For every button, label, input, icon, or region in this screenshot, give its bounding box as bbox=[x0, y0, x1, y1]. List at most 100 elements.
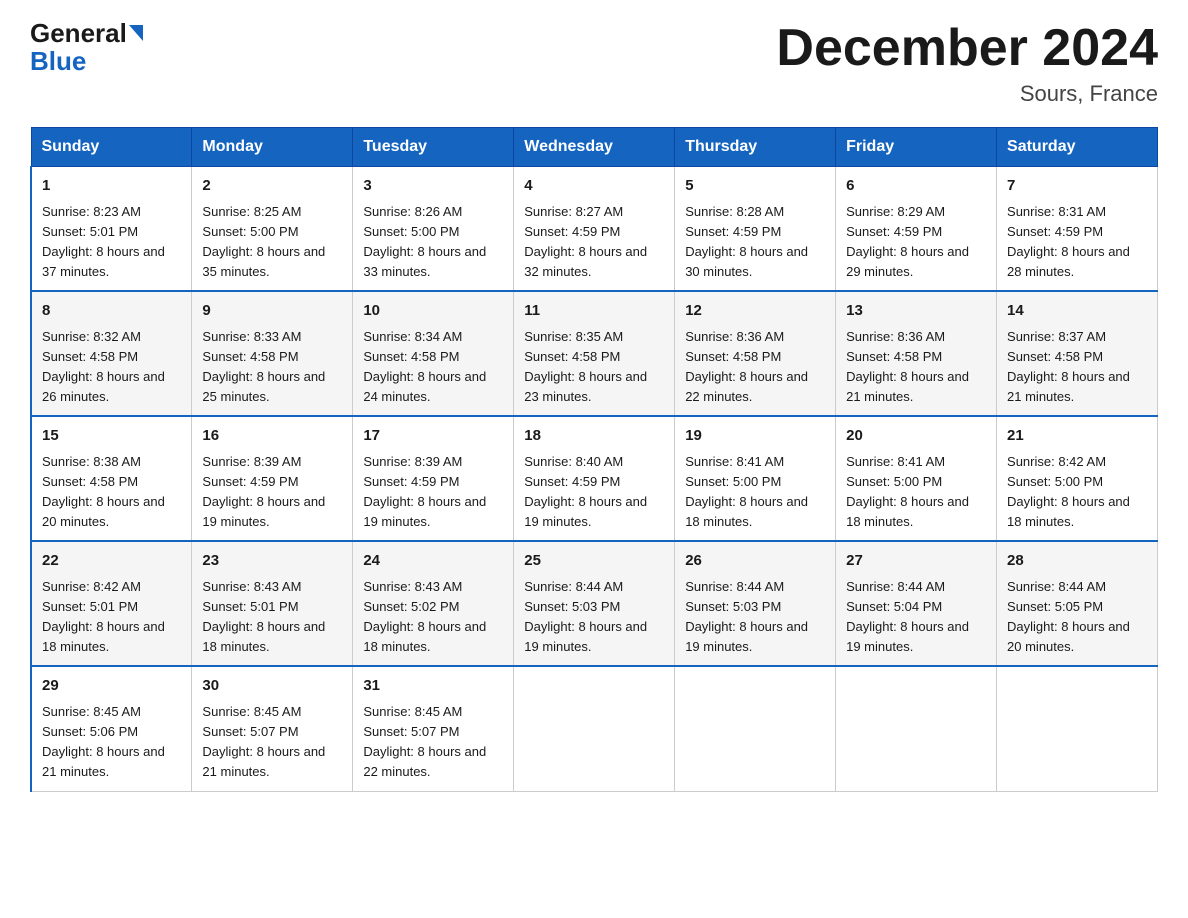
table-row: 17 Sunrise: 8:39 AMSunset: 4:59 PMDayligh… bbox=[353, 416, 514, 541]
table-row: 11 Sunrise: 8:35 AMSunset: 4:58 PMDayligh… bbox=[514, 291, 675, 416]
day-number: 31 bbox=[363, 675, 503, 698]
day-number: 19 bbox=[685, 425, 825, 448]
calendar-week-row: 8 Sunrise: 8:32 AMSunset: 4:58 PMDaylight… bbox=[31, 291, 1158, 416]
table-row: 8 Sunrise: 8:32 AMSunset: 4:58 PMDaylight… bbox=[31, 291, 192, 416]
col-monday: Monday bbox=[192, 128, 353, 167]
day-info: Sunrise: 8:32 AMSunset: 4:58 PMDaylight:… bbox=[42, 329, 165, 404]
day-number: 5 bbox=[685, 175, 825, 198]
day-number: 4 bbox=[524, 175, 664, 198]
table-row: 14 Sunrise: 8:37 AMSunset: 4:58 PMDayligh… bbox=[997, 291, 1158, 416]
logo: General Blue bbox=[30, 20, 143, 77]
day-info: Sunrise: 8:35 AMSunset: 4:58 PMDaylight:… bbox=[524, 329, 647, 404]
table-row: 29Sunrise: 8:45 AMSunset: 5:06 PMDayligh… bbox=[31, 666, 192, 791]
day-number: 11 bbox=[524, 300, 664, 323]
page-header: General Blue December 2024 Sours, France bbox=[30, 20, 1158, 107]
day-info: Sunrise: 8:31 AMSunset: 4:59 PMDaylight:… bbox=[1007, 204, 1130, 279]
day-info: Sunrise: 8:34 AMSunset: 4:58 PMDaylight:… bbox=[363, 329, 486, 404]
col-sunday: Sunday bbox=[31, 128, 192, 167]
col-saturday: Saturday bbox=[997, 128, 1158, 167]
calendar-week-row: 29Sunrise: 8:45 AMSunset: 5:06 PMDayligh… bbox=[31, 666, 1158, 791]
day-number: 23 bbox=[202, 550, 342, 573]
day-info: Sunrise: 8:42 AMSunset: 5:01 PMDaylight:… bbox=[42, 579, 165, 654]
table-row bbox=[997, 666, 1158, 791]
table-row: 3Sunrise: 8:26 AMSunset: 5:00 PMDaylight… bbox=[353, 167, 514, 292]
day-info: Sunrise: 8:44 AMSunset: 5:03 PMDaylight:… bbox=[524, 579, 647, 654]
table-row: 12Sunrise: 8:36 AMSunset: 4:58 PMDayligh… bbox=[675, 291, 836, 416]
day-info: Sunrise: 8:29 AMSunset: 4:59 PMDaylight:… bbox=[846, 204, 969, 279]
day-number: 6 bbox=[846, 175, 986, 198]
day-number: 10 bbox=[363, 300, 503, 323]
logo-arrow-icon bbox=[129, 25, 143, 41]
col-thursday: Thursday bbox=[675, 128, 836, 167]
table-row: 5 Sunrise: 8:28 AMSunset: 4:59 PMDaylight… bbox=[675, 167, 836, 292]
table-row bbox=[836, 666, 997, 791]
day-number: 3 bbox=[363, 175, 503, 198]
logo-text-blue: Blue bbox=[30, 46, 86, 77]
table-row: 1 Sunrise: 8:23 AMSunset: 5:01 PMDaylight… bbox=[31, 167, 192, 292]
day-info: Sunrise: 8:44 AMSunset: 5:04 PMDaylight:… bbox=[846, 579, 969, 654]
table-row: 27 Sunrise: 8:44 AMSunset: 5:04 PMDayligh… bbox=[836, 541, 997, 666]
day-number: 21 bbox=[1007, 425, 1147, 448]
table-row: 6 Sunrise: 8:29 AMSunset: 4:59 PMDaylight… bbox=[836, 167, 997, 292]
table-row bbox=[675, 666, 836, 791]
table-row: 26Sunrise: 8:44 AMSunset: 5:03 PMDayligh… bbox=[675, 541, 836, 666]
day-number: 13 bbox=[846, 300, 986, 323]
calendar-week-row: 15Sunrise: 8:38 AMSunset: 4:58 PMDayligh… bbox=[31, 416, 1158, 541]
day-info: Sunrise: 8:43 AMSunset: 5:01 PMDaylight:… bbox=[202, 579, 325, 654]
table-row: 10 Sunrise: 8:34 AMSunset: 4:58 PMDayligh… bbox=[353, 291, 514, 416]
day-number: 30 bbox=[202, 675, 342, 698]
day-info: Sunrise: 8:23 AMSunset: 5:01 PMDaylight:… bbox=[42, 204, 165, 279]
month-title: December 2024 bbox=[776, 20, 1158, 77]
table-row: 24 Sunrise: 8:43 AMSunset: 5:02 PMDayligh… bbox=[353, 541, 514, 666]
day-number: 24 bbox=[363, 550, 503, 573]
day-info: Sunrise: 8:39 AMSunset: 4:59 PMDaylight:… bbox=[363, 454, 486, 529]
day-number: 8 bbox=[42, 300, 181, 323]
day-number: 18 bbox=[524, 425, 664, 448]
col-wednesday: Wednesday bbox=[514, 128, 675, 167]
day-number: 29 bbox=[42, 675, 181, 698]
day-info: Sunrise: 8:25 AMSunset: 5:00 PMDaylight:… bbox=[202, 204, 325, 279]
day-info: Sunrise: 8:45 AMSunset: 5:07 PMDaylight:… bbox=[363, 704, 486, 779]
day-info: Sunrise: 8:45 AMSunset: 5:07 PMDaylight:… bbox=[202, 704, 325, 779]
day-info: Sunrise: 8:44 AMSunset: 5:05 PMDaylight:… bbox=[1007, 579, 1130, 654]
table-row: 4 Sunrise: 8:27 AMSunset: 4:59 PMDaylight… bbox=[514, 167, 675, 292]
table-row: 19 Sunrise: 8:41 AMSunset: 5:00 PMDayligh… bbox=[675, 416, 836, 541]
day-info: Sunrise: 8:41 AMSunset: 5:00 PMDaylight:… bbox=[685, 454, 808, 529]
day-number: 12 bbox=[685, 300, 825, 323]
table-row: 9 Sunrise: 8:33 AMSunset: 4:58 PMDaylight… bbox=[192, 291, 353, 416]
day-number: 1 bbox=[42, 175, 181, 198]
day-number: 2 bbox=[202, 175, 342, 198]
day-info: Sunrise: 8:27 AMSunset: 4:59 PMDaylight:… bbox=[524, 204, 647, 279]
day-info: Sunrise: 8:41 AMSunset: 5:00 PMDaylight:… bbox=[846, 454, 969, 529]
calendar-week-row: 1 Sunrise: 8:23 AMSunset: 5:01 PMDaylight… bbox=[31, 167, 1158, 292]
logo-text-general: General bbox=[30, 20, 127, 46]
table-row: 18Sunrise: 8:40 AMSunset: 4:59 PMDayligh… bbox=[514, 416, 675, 541]
day-number: 28 bbox=[1007, 550, 1147, 573]
day-number: 14 bbox=[1007, 300, 1147, 323]
col-tuesday: Tuesday bbox=[353, 128, 514, 167]
day-info: Sunrise: 8:42 AMSunset: 5:00 PMDaylight:… bbox=[1007, 454, 1130, 529]
table-row: 2 Sunrise: 8:25 AMSunset: 5:00 PMDaylight… bbox=[192, 167, 353, 292]
table-row: 20Sunrise: 8:41 AMSunset: 5:00 PMDayligh… bbox=[836, 416, 997, 541]
table-row: 15Sunrise: 8:38 AMSunset: 4:58 PMDayligh… bbox=[31, 416, 192, 541]
day-info: Sunrise: 8:44 AMSunset: 5:03 PMDaylight:… bbox=[685, 579, 808, 654]
col-friday: Friday bbox=[836, 128, 997, 167]
table-row: 31 Sunrise: 8:45 AMSunset: 5:07 PMDayligh… bbox=[353, 666, 514, 791]
location-label: Sours, France bbox=[776, 81, 1158, 107]
day-number: 27 bbox=[846, 550, 986, 573]
day-info: Sunrise: 8:37 AMSunset: 4:58 PMDaylight:… bbox=[1007, 329, 1130, 404]
day-info: Sunrise: 8:43 AMSunset: 5:02 PMDaylight:… bbox=[363, 579, 486, 654]
day-info: Sunrise: 8:28 AMSunset: 4:59 PMDaylight:… bbox=[685, 204, 808, 279]
day-info: Sunrise: 8:39 AMSunset: 4:59 PMDaylight:… bbox=[202, 454, 325, 529]
table-row: 28 Sunrise: 8:44 AMSunset: 5:05 PMDayligh… bbox=[997, 541, 1158, 666]
day-info: Sunrise: 8:33 AMSunset: 4:58 PMDaylight:… bbox=[202, 329, 325, 404]
calendar-header-row: Sunday Monday Tuesday Wednesday Thursday… bbox=[31, 128, 1158, 167]
day-number: 9 bbox=[202, 300, 342, 323]
day-number: 16 bbox=[202, 425, 342, 448]
calendar-week-row: 22Sunrise: 8:42 AMSunset: 5:01 PMDayligh… bbox=[31, 541, 1158, 666]
table-row bbox=[514, 666, 675, 791]
table-row: 25Sunrise: 8:44 AMSunset: 5:03 PMDayligh… bbox=[514, 541, 675, 666]
day-info: Sunrise: 8:36 AMSunset: 4:58 PMDaylight:… bbox=[846, 329, 969, 404]
table-row: 21 Sunrise: 8:42 AMSunset: 5:00 PMDayligh… bbox=[997, 416, 1158, 541]
day-number: 17 bbox=[363, 425, 503, 448]
